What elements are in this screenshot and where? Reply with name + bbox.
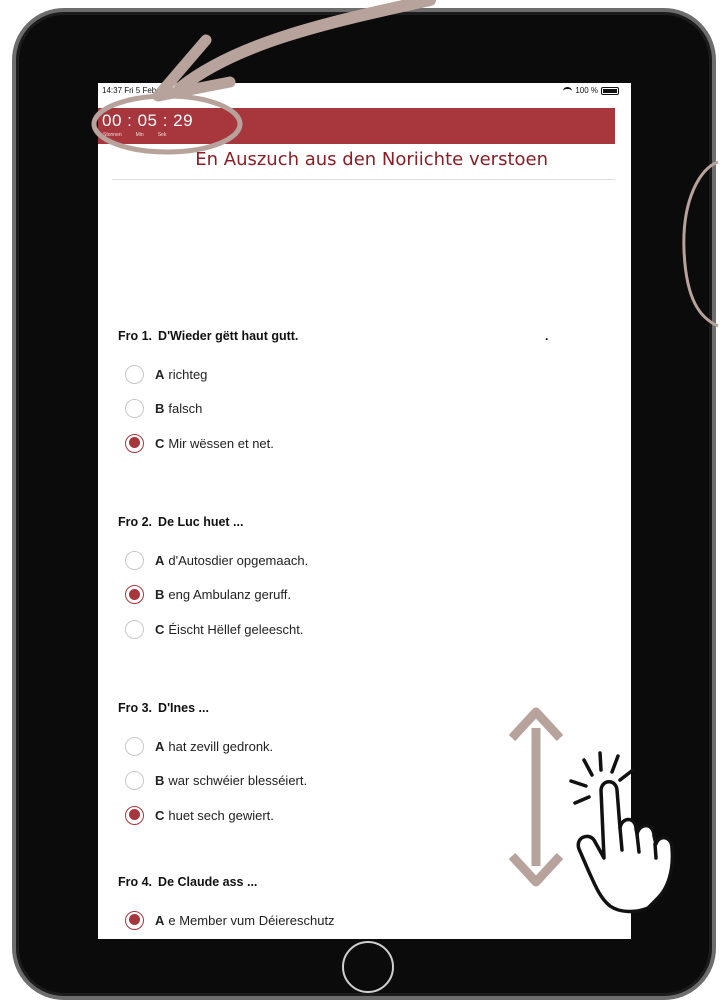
answer-option-a[interactable]: Ad'Autosdier opgemaach. bbox=[118, 543, 598, 578]
quiz-header-bar: 00 : 05 : 29 Stonnen Min Sek bbox=[98, 108, 615, 144]
answer-option-a[interactable]: Ahat zevill gedronk. bbox=[118, 729, 598, 764]
question-text: D'Wieder gëtt haut gutt. bbox=[158, 329, 299, 343]
question-3: Fro 3. D'Ines ... Ahat zevill gedronk. Bwar… bbox=[118, 701, 598, 833]
option-letter: A bbox=[155, 552, 165, 568]
radio-unselected-icon[interactable] bbox=[125, 399, 144, 419]
home-button-icon[interactable] bbox=[342, 941, 394, 993]
option-letter: B bbox=[155, 401, 165, 417]
answer-option-a[interactable]: Ae Member vum Déiereschutz bbox=[118, 903, 598, 938]
radio-unselected-icon[interactable] bbox=[125, 364, 144, 384]
option-text: falsch bbox=[168, 401, 203, 417]
option-letter: C bbox=[155, 435, 165, 451]
question-heading: Fro 4. De Claude ass ... bbox=[118, 875, 598, 889]
status-time: 14:37 Fri 5 Feb bbox=[102, 86, 157, 95]
countdown-timer: 00 : 05 : 29 bbox=[102, 111, 194, 130]
option-text: war schwéier blesséiert. bbox=[168, 773, 308, 789]
radio-unselected-icon[interactable] bbox=[125, 619, 144, 639]
option-letter: C bbox=[155, 621, 165, 637]
title-divider bbox=[112, 179, 615, 180]
question-2: Fro 2. De Luc huet ... Ad'Autosdier opgema… bbox=[118, 515, 598, 647]
option-text: Mir wëssen et net. bbox=[168, 435, 274, 451]
option-letter: A bbox=[155, 738, 165, 754]
question-1: Fro 1. D'Wieder gëtt haut gutt.. Arichteg B… bbox=[118, 329, 598, 461]
question-number: Fro 2. bbox=[118, 515, 153, 529]
timer-label-seconds: Sek bbox=[157, 132, 167, 138]
timer-label-hours: Stonnen bbox=[103, 132, 122, 138]
option-text: richteg bbox=[168, 366, 208, 382]
option-text: e Member vum Déiereschutz bbox=[168, 912, 335, 928]
option-text: d'Autosdier opgemaach. bbox=[168, 552, 309, 568]
radio-unselected-icon[interactable] bbox=[125, 550, 144, 570]
question-4: Fro 4. De Claude ass ... Ae Member vum Déi… bbox=[118, 875, 598, 939]
wifi-icon bbox=[563, 86, 573, 95]
timer-label-minutes: Min bbox=[135, 132, 144, 138]
radio-unselected-icon[interactable] bbox=[125, 771, 144, 791]
answer-option-c[interactable]: Chuet sech gewiert. bbox=[118, 798, 598, 833]
option-letter: A bbox=[155, 366, 165, 382]
status-right: 100 % bbox=[563, 86, 619, 95]
question-number: Fro 4. bbox=[118, 875, 153, 889]
radio-selected-icon[interactable] bbox=[125, 805, 144, 825]
option-letter: B bbox=[155, 587, 165, 603]
question-heading: Fro 1. D'Wieder gëtt haut gutt. bbox=[118, 329, 598, 343]
option-text: eng Ambulanz geruff. bbox=[168, 587, 292, 603]
option-letter: C bbox=[155, 807, 165, 823]
timer-labels: Stonnen Min Sek bbox=[103, 132, 166, 138]
question-text: D'Ines ... bbox=[158, 701, 209, 715]
radio-selected-icon[interactable] bbox=[125, 910, 144, 930]
answer-option-b[interactable]: Bfalsch bbox=[118, 392, 598, 427]
option-letter: B bbox=[155, 773, 165, 789]
battery-percent: 100 % bbox=[575, 86, 598, 95]
question-text: De Luc huet ... bbox=[158, 515, 244, 529]
question-mark: . bbox=[545, 329, 549, 343]
question-number: Fro 1. bbox=[118, 329, 153, 343]
page-title: En Auszuch aus den Noriichte verstoen bbox=[195, 149, 548, 170]
app-screen: 14:37 Fri 5 Feb 100 % 00 : 05 : 29 Stonn… bbox=[98, 83, 631, 939]
answer-option-a[interactable]: Arichteg bbox=[118, 357, 598, 392]
answer-option-c[interactable]: C Mir wëssen et net. bbox=[118, 426, 598, 461]
battery-icon bbox=[601, 86, 619, 95]
question-heading: Fro 2. De Luc huet ... bbox=[118, 515, 598, 529]
option-letter: A bbox=[155, 912, 165, 928]
answer-option-b[interactable]: Beng Ambulanz geruff. bbox=[118, 578, 598, 613]
radio-selected-icon[interactable] bbox=[125, 433, 144, 453]
status-bar: 14:37 Fri 5 Feb 100 % bbox=[98, 83, 631, 108]
option-text: Éischt Hëllef geleescht. bbox=[168, 621, 304, 637]
radio-unselected-icon[interactable] bbox=[125, 736, 144, 756]
radio-selected-icon[interactable] bbox=[125, 585, 144, 605]
option-text: huet sech gewiert. bbox=[168, 807, 274, 823]
answer-option-b[interactable]: Be Polizist bbox=[118, 938, 598, 940]
question-heading: Fro 3. D'Ines ... bbox=[118, 701, 598, 715]
question-text: De Claude ass ... bbox=[158, 875, 258, 889]
question-number: Fro 3. bbox=[118, 701, 153, 715]
answer-option-b[interactable]: Bwar schwéier blesséiert. bbox=[118, 764, 598, 799]
option-text: hat zevill gedronk. bbox=[168, 738, 274, 754]
answer-option-c[interactable]: C Éischt Hëllef geleescht. bbox=[118, 612, 598, 647]
